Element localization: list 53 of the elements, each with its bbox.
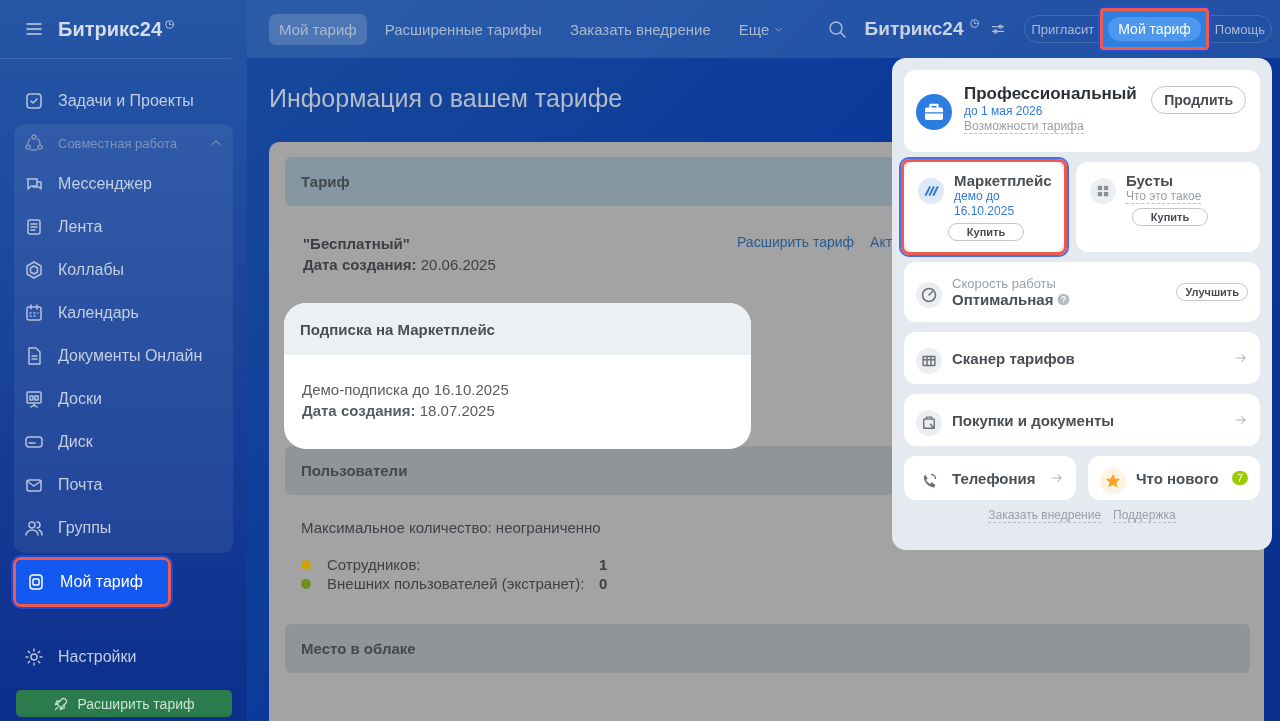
sidebar-item[interactable]: Календарь (14, 291, 233, 334)
link[interactable]: Расширить тариф (737, 234, 855, 303)
user-count: 1 (599, 556, 609, 573)
count-badge: 7 (1231, 471, 1248, 485)
user-type-label: Сотрудников: (327, 556, 422, 573)
tile-title: Маркетплейс (954, 172, 1053, 189)
tab[interactable]: Расширенные тарифы (374, 13, 552, 45)
upgrade-button[interactable]: Расширить тариф (16, 690, 232, 717)
tab[interactable]: Заказать внедрение (559, 13, 721, 45)
improve-button[interactable]: Улучшить (1176, 283, 1248, 301)
buy-button[interactable]: Купить (947, 223, 1025, 241)
sidebar-item[interactable]: Документы Онлайн (14, 334, 233, 377)
logo-text: Битрикс24 (58, 17, 163, 41)
user-count: 0 (599, 575, 609, 592)
tab[interactable]: Мой тариф (269, 13, 367, 45)
speed-label: Скорость работы (952, 276, 1057, 291)
plan-name: "Бесплатный" (303, 234, 411, 254)
user-type-label: Внешних пользователей (экстранет): (327, 575, 586, 592)
sidebar-item[interactable]: Настройки (14, 635, 233, 678)
section-header: Подписка на Маркетплейс (284, 303, 751, 355)
section-header: Место в облаке (285, 624, 1250, 673)
link[interactable]: Акт (870, 234, 893, 303)
extend-button[interactable]: Продлить (1151, 86, 1246, 114)
menu-row[interactable]: Телефония (904, 456, 1076, 500)
sidebar-item[interactable]: Коллабы (14, 248, 233, 291)
page-title: Информация о вашем тарифе (269, 84, 623, 114)
plan-title: Профессиональный (964, 84, 1138, 104)
max-users-text: Максимальное количество: неограниченно (301, 518, 601, 538)
menu-row[interactable]: Сканер тарифов (904, 332, 1260, 384)
menu-row[interactable]: Что нового 7 (1088, 456, 1260, 500)
sidebar-item[interactable]: Доски (14, 377, 233, 420)
top-button[interactable]: Мой тариф (1108, 17, 1201, 41)
creation-date: Дата создания: 18.07.2025 (302, 401, 496, 421)
link[interactable]: Что это такое (1126, 189, 1202, 204)
sidebar-item[interactable]: Лента (14, 205, 233, 248)
link[interactable]: Возможности тарифа (964, 119, 1084, 134)
subscription-text: Демо-подписка до 16.10.2025 (302, 380, 510, 400)
tab[interactable]: Еще (728, 13, 795, 45)
sidebar-item[interactable]: Мой тариф (16, 560, 168, 604)
tile-title: Бусты (1126, 172, 1175, 189)
sidebar-item[interactable]: Группы (14, 506, 233, 549)
menu-row[interactable]: Покупки и документы (904, 394, 1260, 446)
creation-date: Дата создания: 20.06.2025 (303, 255, 497, 275)
plan-expiry: до 1 мая 2026 (964, 104, 1044, 119)
sidebar-item[interactable]: Мессенджер (14, 162, 233, 205)
sidebar-item[interactable]: Задачи и Проекты (14, 79, 233, 122)
speed-value: Оптимальная (952, 291, 1054, 308)
sidebar-item[interactable]: Диск (14, 420, 233, 463)
top-button[interactable]: Пригласит (1025, 17, 1101, 41)
logo-text: Битрикс24 (864, 18, 964, 40)
buy-button[interactable]: Купить (1131, 208, 1209, 226)
top-button[interactable]: Помощь (1208, 17, 1271, 41)
sidebar-item[interactable]: Почта (14, 463, 233, 506)
